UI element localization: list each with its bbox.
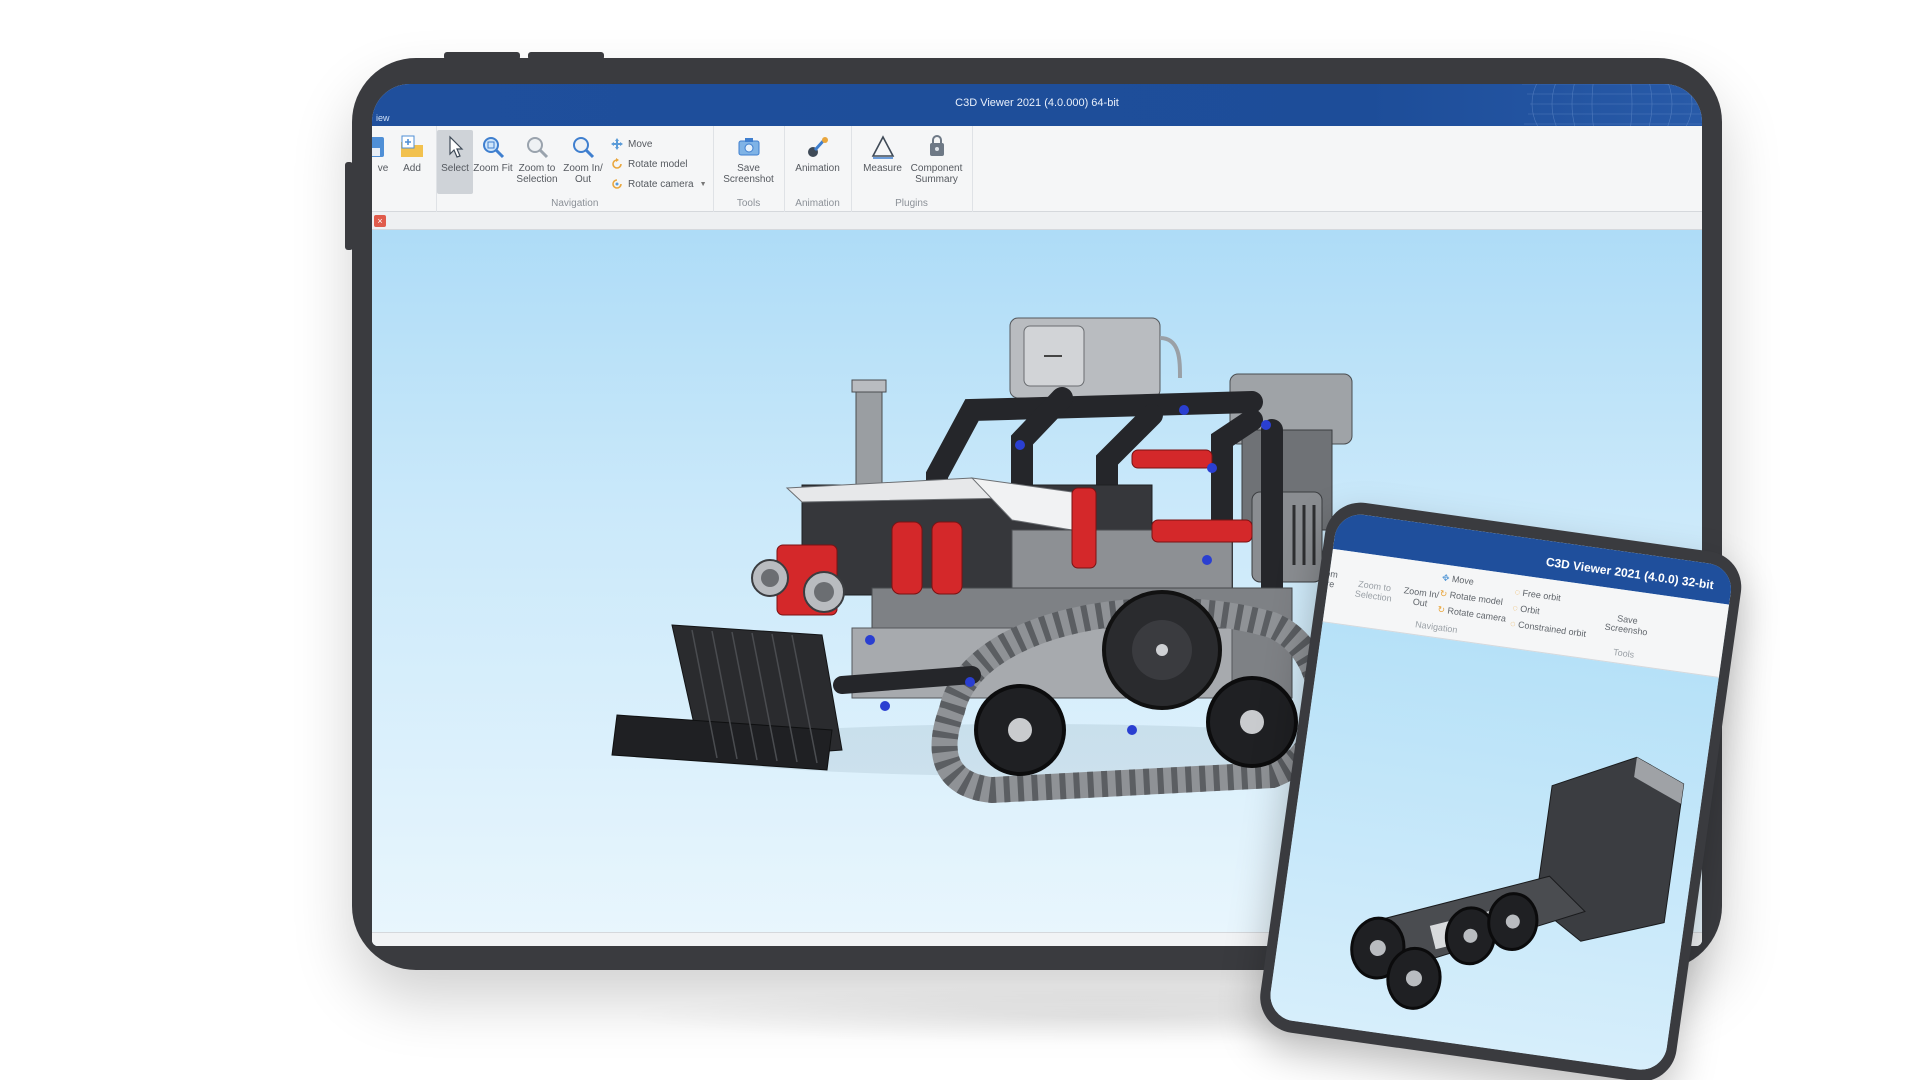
orbit-icon: ◌ — [1511, 602, 1519, 614]
rotate-camera-icon — [612, 179, 622, 189]
zoom-fit-button-label: Zoom Fit — [473, 163, 513, 174]
model-exhaust-pipe — [851, 379, 887, 489]
ribbon-group-tools: Save Screenshot Tools — [714, 126, 785, 212]
rotate-camera-icon: ↻ — [1436, 604, 1446, 616]
component-summary-button-label: Component Summary — [910, 163, 963, 185]
secondary-free-orbit-button[interactable]: ◌ Free orbit — [1514, 587, 1561, 603]
secondary-navigation-label: Navigation — [1414, 619, 1459, 635]
measure-button-label: Measure — [863, 163, 902, 174]
zoom-fit-button[interactable]: Zoom Fit — [473, 130, 513, 194]
secondary-orbit-button[interactable]: ◌ Orbit — [1512, 603, 1541, 617]
plugins-group-label: Plugins — [895, 198, 928, 209]
menu-tab-view[interactable]: iew — [376, 113, 390, 123]
rotate-camera-button-label: Rotate camera — [628, 178, 694, 190]
save-screenshot-button[interactable]: Save Screenshot — [720, 130, 778, 194]
rotate-model-icon — [612, 158, 622, 169]
tablet-side-button — [345, 162, 353, 250]
secondary-rotate-model-button[interactable]: ↻ Rotate model — [1439, 588, 1503, 607]
tablet-volume-button — [528, 52, 604, 60]
secondary-constrained-orbit-button[interactable]: ◌ Constrained orbit — [1510, 618, 1587, 639]
secondary-zoom-selection-button[interactable]: Zoom to Selection — [1354, 579, 1393, 604]
globe-decoration-icon — [1522, 84, 1702, 126]
model-engine-block — [1009, 317, 1182, 399]
tablet-volume-button — [444, 52, 520, 60]
secondary-move-button[interactable]: ✥ Move — [1441, 572, 1474, 586]
secondary-move-label: Move — [1451, 573, 1475, 587]
rotate-camera-button[interactable]: Rotate camera ▼ — [611, 174, 707, 194]
animation-button-label: Animation — [795, 163, 840, 174]
zoom-to-selection-button[interactable]: Zoom to Selection — [513, 130, 561, 194]
rotate-model-button[interactable]: Rotate model — [611, 154, 707, 174]
add-button-label: Add — [403, 163, 421, 174]
zoom-selection-icon — [527, 137, 549, 159]
save-button[interactable]: ve — [372, 130, 394, 194]
measure-button[interactable]: Measure — [858, 130, 908, 194]
chevron-down-icon[interactable]: ▼ — [700, 181, 707, 188]
animation-button[interactable]: Animation — [791, 130, 845, 194]
zoom-in-out-button[interactable]: Zoom In/ Out — [561, 130, 605, 194]
zoom-fit-icon — [483, 137, 505, 159]
free-orbit-icon: ◌ — [1514, 586, 1521, 598]
truck-model — [1350, 756, 1685, 1010]
secondary-zoom-in-out-button[interactable]: Zoom In/Out — [1402, 585, 1440, 610]
move-icon: ✥ — [1441, 572, 1451, 584]
secondary-screen: C3D Viewer 2021 (4.0.0) 32-bit om re Zoom… — [1267, 511, 1735, 1073]
secondary-tablet-device: C3D Viewer 2021 (4.0.0) 32-bit om re Zoom… — [1255, 498, 1746, 1080]
move-icon — [611, 138, 623, 150]
model-lower-arm — [833, 666, 981, 694]
select-button-label: Select — [441, 163, 469, 174]
component-summary-button[interactable]: Component Summary — [908, 130, 966, 194]
rotate-model-button-label: Rotate model — [628, 158, 688, 170]
animation-group-label: Animation — [795, 198, 840, 209]
save-icon — [372, 137, 384, 157]
title-bar: iew C3D Viewer 2021 (4.0.000) 64-bit — [372, 84, 1702, 126]
model-plow-blade — [611, 624, 843, 771]
secondary-rotate-camera-label: Rotate camera — [1446, 605, 1507, 624]
ribbon-group-plugins: Measure Component Summary Plugins — [852, 126, 973, 212]
close-document-icon[interactable]: × — [374, 215, 386, 227]
secondary-constrained-orbit-label: Constrained orbit — [1517, 619, 1587, 639]
move-button[interactable]: Move — [611, 134, 707, 154]
constrained-orbit-icon: ◌ — [1509, 618, 1517, 630]
document-tab-strip: × — [372, 212, 1702, 230]
save-screenshot-button-label: Save Screenshot — [723, 163, 774, 185]
move-button-label: Move — [628, 138, 653, 150]
secondary-3d-viewport[interactable] — [1267, 622, 1719, 1073]
cursor-icon — [449, 135, 464, 158]
rotate-model-icon: ↻ — [1439, 588, 1448, 600]
secondary-tools-label: Tools — [1612, 646, 1635, 660]
secondary-free-orbit-label: Free orbit — [1521, 587, 1562, 604]
secondary-rotate-model-label: Rotate model — [1449, 589, 1504, 608]
select-button[interactable]: Select — [437, 130, 473, 194]
secondary-rotate-camera-button[interactable]: ↻ Rotate camera — [1437, 604, 1507, 624]
secondary-zoom-fit-button[interactable]: om re — [1323, 568, 1339, 590]
ribbon-toolbar: ve Add Select Zoom Fit Zoom to Selection… — [372, 126, 1702, 212]
navigation-small-buttons: Move Rotate model Rotate camera ▼ — [611, 130, 707, 194]
tools-group-label: Tools — [736, 198, 761, 209]
add-folder-icon — [401, 135, 423, 157]
save-button-label: ve — [377, 163, 389, 174]
secondary-orbit-label: Orbit — [1519, 603, 1541, 617]
zoom-to-selection-button-label: Zoom to Selection — [516, 163, 558, 185]
animation-icon — [807, 137, 828, 157]
ribbon-group-animation: Animation Animation — [785, 126, 852, 212]
secondary-save-screenshot-button[interactable]: Save Screensho — [1604, 612, 1649, 637]
measure-icon — [871, 135, 894, 159]
ribbon-group-navigation: Select Zoom Fit Zoom to Selection Zoom I… — [437, 126, 714, 212]
camera-icon — [738, 138, 760, 156]
navigation-group-label: Navigation — [551, 198, 599, 209]
component-summary-icon — [929, 135, 944, 156]
zoom-in-out-button-label: Zoom In/ Out — [563, 163, 603, 185]
zoom-in-out-icon — [573, 137, 595, 159]
add-button[interactable]: Add — [394, 130, 430, 194]
ribbon-group-file: ve Add — [372, 126, 437, 212]
